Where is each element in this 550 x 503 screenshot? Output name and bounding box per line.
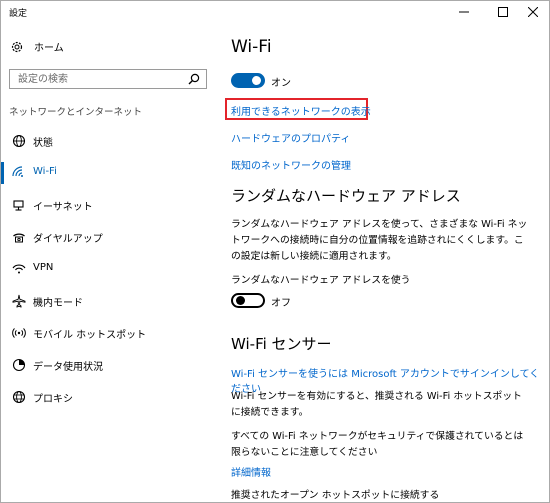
show-available-networks-link[interactable]: 利用できるネットワークの表示 bbox=[231, 103, 371, 118]
sidebar-item-label: Wi-Fi bbox=[33, 166, 57, 177]
sidebar-item-ethernet[interactable]: イーサネット bbox=[1, 189, 211, 221]
wifi-sense-heading: Wi-Fi センサー bbox=[231, 335, 332, 353]
sidebar-item-label: データ使用状況 bbox=[33, 362, 103, 373]
sidebar-item-label: 機内モード bbox=[33, 298, 83, 309]
wifi-toggle[interactable] bbox=[231, 73, 265, 88]
sidebar-item-label: 状態 bbox=[33, 138, 53, 149]
sidebar: ホーム ネットワークとインターネット 状態 Wi-Fi bbox=[1, 23, 211, 501]
ethernet-icon bbox=[11, 197, 27, 213]
details-link[interactable]: 詳細情報 bbox=[231, 464, 271, 479]
globe-status-icon bbox=[11, 133, 27, 149]
proxy-globe-icon bbox=[11, 389, 27, 405]
wifi-icon bbox=[11, 165, 27, 181]
toggle-knob bbox=[252, 76, 261, 85]
dialup-icon bbox=[11, 229, 27, 245]
airplane-icon bbox=[11, 293, 27, 309]
wifi-toggle-label: オン bbox=[271, 78, 291, 89]
home-link[interactable]: ホーム bbox=[10, 39, 64, 54]
sidebar-item-proxy[interactable]: プロキシ bbox=[1, 381, 211, 413]
hardware-properties-link[interactable]: ハードウェアのプロパティ bbox=[231, 130, 350, 145]
gear-icon bbox=[11, 41, 23, 52]
sidebar-item-status[interactable]: 状態 bbox=[1, 125, 211, 157]
settings-window: 設定 ホーム ネットワークとインターネット bbox=[0, 0, 550, 503]
sidebar-item-vpn[interactable]: VPN bbox=[1, 253, 211, 285]
random-hw-setting-label: ランダムなハードウェア アドレスを使う bbox=[231, 275, 411, 286]
close-icon bbox=[528, 7, 538, 17]
minimize-icon bbox=[459, 11, 469, 13]
sidebar-item-airplane-mode[interactable]: 機内モード bbox=[1, 285, 211, 317]
sidebar-item-label: VPN bbox=[33, 262, 54, 273]
toggle-knob bbox=[236, 296, 245, 305]
open-hotspots-label: 推奨されたオープン ホットスポットに接続する bbox=[231, 490, 440, 501]
page-title: Wi-Fi bbox=[231, 37, 272, 57]
random-hw-description: ランダムなハードウェア アドレスを使って、さまざまな Wi-Fi ネットワークへ… bbox=[231, 219, 528, 262]
hotspot-icon bbox=[11, 325, 27, 341]
window-title: 設定 bbox=[9, 9, 28, 19]
section-label: ネットワークとインターネット bbox=[9, 107, 143, 118]
manage-known-networks-link[interactable]: 既知のネットワークの管理 bbox=[231, 157, 351, 172]
title-bar: 設定 bbox=[1, 1, 549, 23]
sidebar-item-wifi[interactable]: Wi-Fi bbox=[1, 157, 211, 189]
search-input[interactable] bbox=[18, 72, 178, 86]
sidebar-item-label: ダイヤルアップ bbox=[33, 234, 103, 245]
main-content: Wi-Fi オン 利用できるネットワークの表示 ハードウェアのプロパティ 既知の… bbox=[211, 23, 549, 501]
maximize-button[interactable] bbox=[486, 1, 520, 23]
maximize-icon bbox=[498, 7, 508, 17]
home-label: ホーム bbox=[34, 43, 64, 54]
random-hw-toggle-label: オフ bbox=[271, 298, 291, 309]
search-box[interactable] bbox=[9, 69, 207, 89]
sidebar-item-label: プロキシ bbox=[33, 394, 73, 405]
sidebar-item-dialup[interactable]: ダイヤルアップ bbox=[1, 221, 211, 253]
sidebar-item-label: イーサネット bbox=[33, 202, 93, 213]
vpn-icon bbox=[11, 261, 27, 277]
sidebar-item-label: モバイル ホットスポット bbox=[33, 330, 147, 341]
selection-indicator bbox=[1, 162, 4, 184]
wifi-sense-security-note: すべての Wi-Fi ネットワークがセキュリティで保護されているとは限らないこと… bbox=[231, 431, 524, 458]
sidebar-item-mobile-hotspot[interactable]: モバイル ホットスポット bbox=[1, 317, 211, 349]
random-hw-heading: ランダムなハードウェア アドレス bbox=[231, 187, 461, 205]
sidebar-item-data-usage[interactable]: データ使用状況 bbox=[1, 349, 211, 381]
random-hw-toggle[interactable] bbox=[231, 293, 265, 308]
data-usage-icon bbox=[11, 357, 27, 373]
wifi-sense-description: Wi-Fi センサーを有効にすると、推奨される Wi-Fi ホットスポットに接続… bbox=[231, 391, 522, 418]
search-icon bbox=[188, 73, 200, 85]
minimize-button[interactable] bbox=[447, 1, 481, 23]
close-button[interactable] bbox=[516, 1, 549, 23]
